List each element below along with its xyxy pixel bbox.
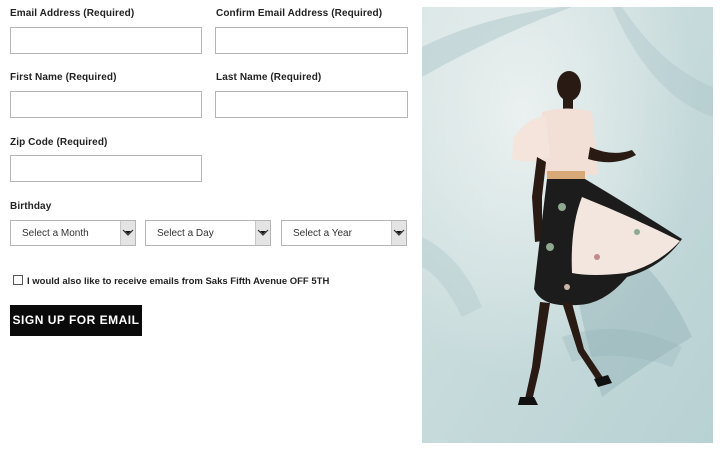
email-optin-label[interactable]: I would also like to receive emails from… — [27, 276, 329, 287]
birthday-label: Birthday — [10, 201, 52, 212]
confirm-email-label: Confirm Email Address (Required) — [216, 8, 383, 19]
chevron-down-icon — [393, 229, 405, 236]
zip-code-field[interactable] — [10, 155, 202, 182]
email-signup-form: Email Address (Required) Confirm Email A… — [10, 0, 410, 453]
day-dropdown-button[interactable] — [255, 221, 270, 245]
last-name-field[interactable] — [215, 91, 408, 118]
sign-up-button[interactable]: SIGN UP FOR EMAIL — [10, 305, 142, 336]
email-label: Email Address (Required) — [10, 8, 135, 19]
email-optin-checkbox[interactable] — [13, 275, 23, 285]
chevron-down-icon — [122, 229, 134, 236]
last-name-label: Last Name (Required) — [216, 72, 322, 83]
fashion-model-photo — [422, 7, 713, 443]
confirm-email-field[interactable] — [215, 27, 408, 54]
birthday-month-select[interactable]: Select a Month — [10, 220, 136, 246]
month-dropdown-button[interactable] — [120, 221, 135, 245]
first-name-field[interactable] — [10, 91, 202, 118]
month-select-value: Select a Month — [22, 228, 89, 239]
birthday-day-select[interactable]: Select a Day — [145, 220, 271, 246]
first-name-label: First Name (Required) — [10, 72, 117, 83]
year-dropdown-button[interactable] — [391, 221, 406, 245]
zip-code-label: Zip Code (Required) — [10, 137, 108, 148]
year-select-value: Select a Year — [293, 228, 352, 239]
day-select-value: Select a Day — [157, 228, 214, 239]
birthday-year-select[interactable]: Select a Year — [281, 220, 407, 246]
chevron-down-icon — [257, 229, 269, 236]
email-field[interactable] — [10, 27, 202, 54]
model-image — [422, 7, 713, 443]
